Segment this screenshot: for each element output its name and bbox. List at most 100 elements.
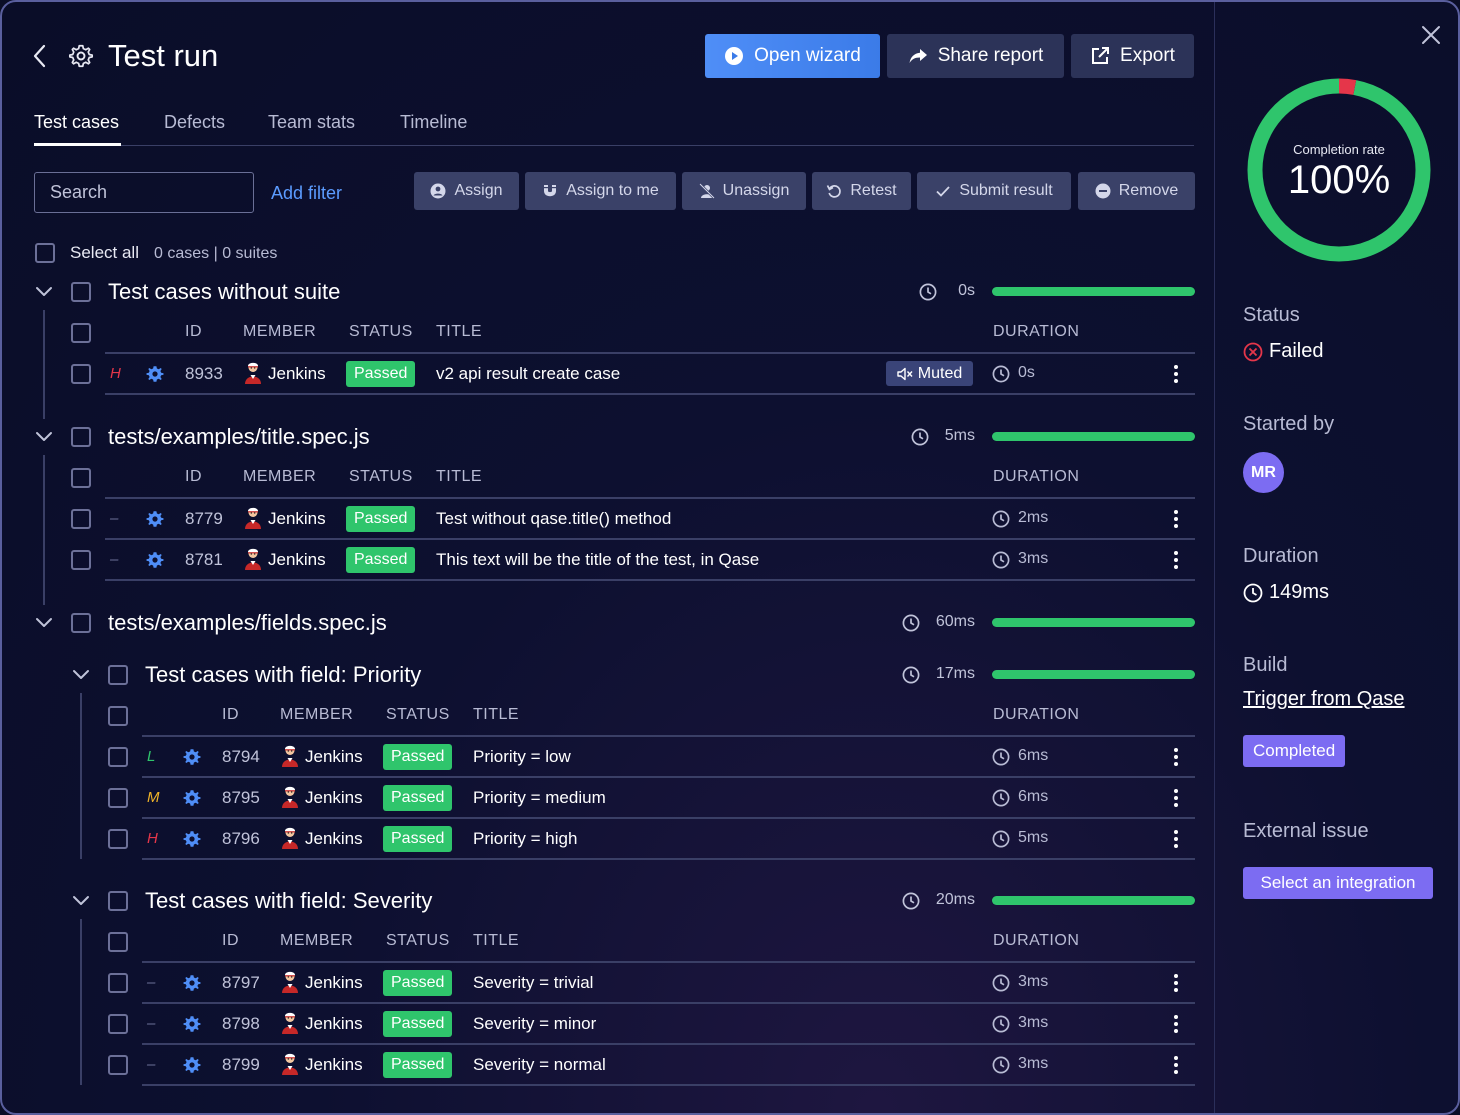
main-panel: Test run Open wizard Share report Export… <box>2 2 1214 1113</box>
kebab-icon[interactable] <box>1173 364 1179 384</box>
muted-label: Muted <box>917 364 963 382</box>
jenkins-avatar-icon <box>245 362 261 384</box>
build-link[interactable]: Trigger from Qase <box>1243 688 1405 711</box>
suite-checkbox[interactable] <box>71 282 91 302</box>
select-all-label: Select all <box>70 243 139 262</box>
case-duration: 2ms <box>1018 509 1049 526</box>
selection-separator: | <box>213 245 218 262</box>
completion-rate-label: Completion rate <box>1293 142 1385 157</box>
case-title[interactable]: Severity = normal <box>473 1055 606 1075</box>
case-checkbox[interactable] <box>108 788 128 808</box>
suite-title: tests/examples/fields.spec.js <box>108 610 387 635</box>
case-member: Jenkins <box>305 973 363 992</box>
suite-checkbox[interactable] <box>71 613 91 633</box>
collapse-chevron-icon[interactable] <box>34 616 54 630</box>
status-badge: Passed <box>383 826 453 852</box>
case-title[interactable]: Severity = trivial <box>473 973 593 993</box>
header-checkbox[interactable] <box>108 932 128 952</box>
suite-progress-bar <box>992 287 1195 296</box>
row-divider <box>105 497 1195 499</box>
kebab-icon[interactable] <box>1173 747 1179 767</box>
kebab-icon[interactable] <box>1173 788 1179 808</box>
remove-button[interactable]: Remove <box>1078 172 1195 210</box>
add-filter-link[interactable]: Add filter <box>271 183 342 204</box>
case-checkbox[interactable] <box>71 509 91 529</box>
case-checkbox[interactable] <box>71 550 91 570</box>
tab-timeline[interactable]: Timeline <box>400 112 467 133</box>
column-header-id: ID <box>222 706 239 723</box>
kebab-icon[interactable] <box>1173 973 1179 993</box>
case-title[interactable]: Priority = medium <box>473 788 606 808</box>
header-checkbox[interactable] <box>71 323 91 343</box>
share-report-button[interactable]: Share report <box>887 34 1064 78</box>
retest-icon <box>827 185 842 198</box>
back-icon[interactable] <box>30 42 50 70</box>
kebab-icon[interactable] <box>1173 509 1179 529</box>
assign-to-me-button[interactable]: Assign to me <box>525 172 676 210</box>
column-header-status: STATUS <box>386 706 450 723</box>
automation-gear-icon <box>146 366 164 382</box>
kebab-icon[interactable] <box>1173 550 1179 570</box>
kebab-icon[interactable] <box>1173 829 1179 849</box>
tree-line <box>80 919 82 1085</box>
unassign-button[interactable]: Unassign <box>682 172 806 210</box>
case-title[interactable]: Priority = low <box>473 747 571 767</box>
jenkins-avatar-icon <box>282 745 298 767</box>
case-checkbox[interactable] <box>108 1055 128 1075</box>
case-checkbox[interactable] <box>108 1014 128 1034</box>
case-checkbox[interactable] <box>71 364 91 384</box>
case-title[interactable]: Priority = high <box>473 829 577 849</box>
collapse-chevron-icon[interactable] <box>34 285 54 299</box>
suite-checkbox[interactable] <box>108 891 128 911</box>
selection-summary: 0 cases | 0 suites <box>154 245 277 263</box>
case-id: 8798 <box>222 1014 260 1033</box>
tab-defects[interactable]: Defects <box>164 112 225 133</box>
case-id: 8781 <box>185 550 223 569</box>
export-button[interactable]: Export <box>1071 34 1194 78</box>
collapse-chevron-icon[interactable] <box>71 894 91 908</box>
case-id: 8796 <box>222 829 260 848</box>
search-input[interactable] <box>34 172 254 213</box>
case-title[interactable]: This text will be the title of the test,… <box>436 550 759 570</box>
submit-result-button[interactable]: Submit result <box>917 172 1071 210</box>
row-divider <box>142 1043 1195 1045</box>
status-badge: Passed <box>346 361 416 387</box>
collapse-chevron-icon[interactable] <box>71 668 91 682</box>
completion-rate-value: 100% <box>1287 158 1391 202</box>
assign-button[interactable]: Assign <box>414 172 519 210</box>
case-member: Jenkins <box>305 829 363 848</box>
close-icon[interactable] <box>1421 25 1441 45</box>
clock-icon <box>992 551 1010 569</box>
started-by-avatar[interactable]: MR <box>1243 452 1284 493</box>
case-title[interactable]: Severity = minor <box>473 1014 596 1034</box>
case-title[interactable]: v2 api result create case <box>436 364 620 384</box>
suite-checkbox[interactable] <box>71 427 91 447</box>
column-header-title: TITLE <box>436 323 483 340</box>
collapse-chevron-icon[interactable] <box>34 430 54 444</box>
retest-button[interactable]: Retest <box>812 172 911 210</box>
tab-test-cases[interactable]: Test cases <box>34 112 122 146</box>
kebab-icon[interactable] <box>1173 1014 1179 1034</box>
suite-title: tests/examples/title.spec.js <box>108 424 370 449</box>
case-checkbox[interactable] <box>108 829 128 849</box>
kebab-icon[interactable] <box>1173 1055 1179 1075</box>
started-by-label: Started by <box>1243 413 1335 435</box>
header-checkbox[interactable] <box>71 468 91 488</box>
case-checkbox[interactable] <box>108 973 128 993</box>
case-checkbox[interactable] <box>108 747 128 767</box>
suite-checkbox[interactable] <box>108 665 128 685</box>
failed-status-icon <box>1243 342 1263 362</box>
suite-duration: 0s <box>958 282 975 299</box>
tab-team-stats[interactable]: Team stats <box>268 112 355 133</box>
column-header-member: MEMBER <box>280 932 354 949</box>
select-all-checkbox[interactable] <box>35 243 55 263</box>
suite-title: Test cases without suite <box>108 279 341 304</box>
share-arrow-icon <box>909 49 927 63</box>
clock-icon <box>992 830 1010 848</box>
external-link-icon <box>1092 47 1110 64</box>
select-integration-button[interactable]: Select an integration <box>1243 867 1433 899</box>
open-wizard-button[interactable]: Open wizard <box>705 34 880 78</box>
header-checkbox[interactable] <box>108 706 128 726</box>
column-header-id: ID <box>185 323 202 340</box>
case-title[interactable]: Test without qase.title() method <box>436 509 671 529</box>
